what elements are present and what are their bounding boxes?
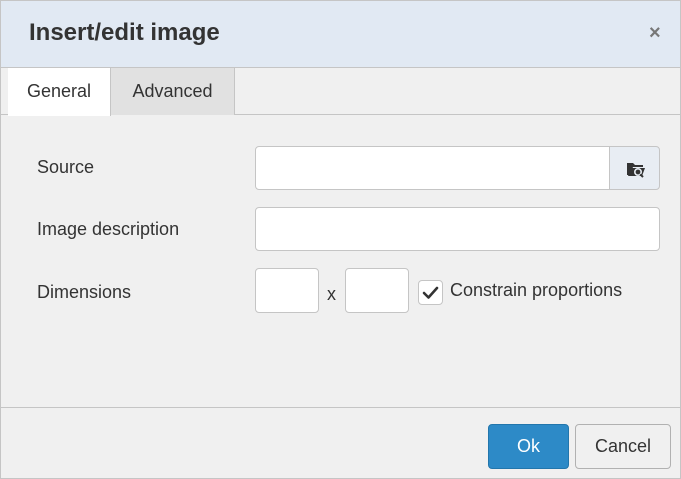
dimensions-label: Dimensions (37, 282, 132, 302)
constrain-checkbox[interactable] (418, 280, 443, 305)
insert-image-dialog: Insert/edit image × General Advanced Sou… (0, 0, 681, 479)
source-label: Source (37, 157, 95, 177)
description-input[interactable] (255, 207, 660, 251)
dialog-title: Insert/edit image (29, 19, 220, 46)
ok-button[interactable]: Ok (488, 424, 569, 469)
browse-button[interactable] (609, 146, 660, 190)
cancel-button[interactable]: Cancel (575, 424, 671, 469)
constrain-label[interactable]: Constrain proportions (450, 280, 622, 301)
checkmark-icon (422, 286, 439, 299)
tab-advanced[interactable]: Advanced (111, 68, 235, 115)
close-icon[interactable]: × (649, 23, 661, 43)
tab-bar: General Advanced (1, 68, 680, 116)
dialog-titlebar[interactable]: Insert/edit image × (1, 1, 680, 68)
description-label: Image description (37, 219, 180, 239)
folder-search-icon (627, 163, 645, 178)
height-input[interactable] (345, 268, 409, 313)
tab-general[interactable]: General (8, 68, 111, 116)
source-input[interactable] (255, 146, 610, 190)
width-input[interactable] (255, 268, 319, 313)
dialog-footer: Ok Cancel (1, 407, 680, 478)
dimensions-separator: x (327, 284, 336, 304)
